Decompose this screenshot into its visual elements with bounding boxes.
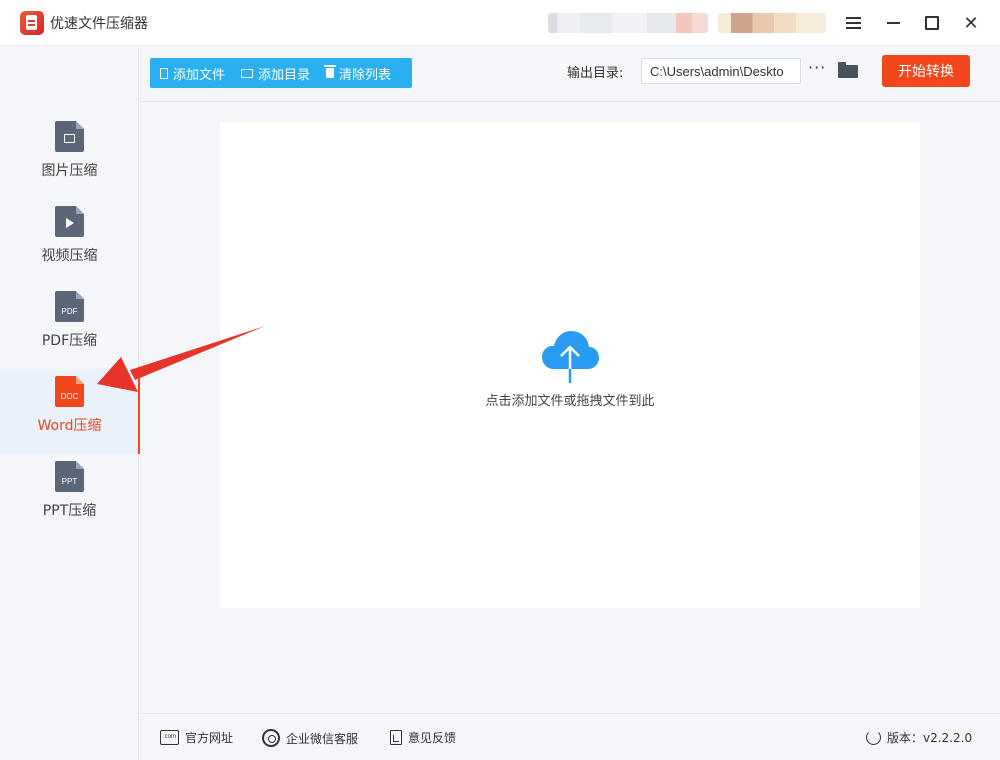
file-drop-zone[interactable]: 点击添加文件或拖拽文件到此 [220, 122, 920, 608]
footer-bar: .com 官方网址 企业微信客服 意见反馈 版本：v2.2.2.0 [140, 713, 1000, 760]
maximize-icon[interactable] [919, 10, 945, 36]
sidebar-item-label: PDF压缩 [41, 333, 98, 349]
version-info[interactable]: 版本：v2.2.2.0 [866, 729, 972, 746]
menu-icon[interactable] [840, 10, 866, 36]
app-title: 优速文件压缩器 [50, 16, 148, 32]
sidebar-item-ppt-compress[interactable]: PPT PPT压缩 [0, 454, 139, 539]
file-icon [160, 67, 168, 79]
open-folder-icon[interactable] [838, 62, 858, 78]
file-toolbar: 添加文件 添加目录 清除列表 [150, 58, 412, 88]
content-divider [140, 101, 1000, 102]
ppt-file-icon: PPT [55, 461, 84, 492]
blurred-account-info [548, 13, 708, 33]
cloud-upload-icon [542, 331, 599, 383]
feedback-icon [390, 730, 402, 745]
more-options-icon[interactable]: ··· [808, 60, 826, 77]
image-file-icon [55, 121, 84, 152]
close-icon[interactable]: ✕ [958, 10, 984, 36]
add-file-label: 添加文件 [173, 67, 226, 83]
title-bar: 优速文件压缩器 ✕ [0, 0, 1000, 46]
sidebar-item-word-compress[interactable]: DOC Word压缩 [0, 369, 140, 454]
sidebar-item-label: 视频压缩 [41, 248, 98, 264]
sidebar-item-video-compress[interactable]: 视频压缩 [0, 199, 139, 284]
sidebar-item-label: PPT压缩 [42, 503, 97, 519]
version-label: 版本：v2.2.2.0 [887, 731, 973, 745]
wechat-support-label: 企业微信客服 [286, 731, 359, 746]
feedback-link[interactable]: 意见反馈 [390, 729, 456, 746]
drop-zone-hint: 点击添加文件或拖拽文件到此 [485, 394, 655, 409]
sidebar: 图片压缩 视频压缩 PDF PDF压缩 DOC Word压缩 PPT PPT压缩 [0, 47, 140, 760]
folder-icon [241, 68, 254, 78]
output-dir-label: 输出目录: [567, 66, 624, 81]
sidebar-item-pdf-compress[interactable]: PDF PDF压缩 [0, 284, 139, 369]
official-website-link[interactable]: .com 官方网址 [160, 729, 233, 746]
add-folder-button[interactable]: 添加目录 [231, 58, 316, 88]
website-icon: .com [160, 730, 179, 745]
wechat-icon [262, 729, 280, 747]
sidebar-item-label: 图片压缩 [41, 163, 98, 179]
trash-icon [324, 65, 337, 78]
feedback-label: 意见反馈 [408, 731, 457, 745]
sidebar-item-image-compress[interactable]: 图片压缩 [0, 114, 139, 199]
start-convert-button[interactable]: 开始转换 [882, 55, 970, 87]
blurred-user-avatar[interactable] [718, 13, 826, 33]
clear-list-label: 清除列表 [339, 67, 392, 83]
add-file-button[interactable]: 添加文件 [150, 58, 231, 88]
output-path-field[interactable]: C:\Users\admin\Deskto [641, 58, 801, 84]
add-folder-label: 添加目录 [258, 67, 311, 83]
minimize-icon[interactable] [880, 10, 906, 36]
app-logo-icon [20, 11, 44, 35]
refresh-icon [866, 730, 881, 745]
official-website-label: 官方网址 [185, 731, 234, 745]
wechat-support-link[interactable]: 企业微信客服 [262, 729, 358, 747]
pdf-file-icon: PDF [55, 291, 84, 322]
sidebar-item-label: Word压缩 [37, 418, 102, 434]
video-file-icon [55, 206, 84, 237]
clear-list-button[interactable]: 清除列表 [316, 58, 397, 88]
doc-file-icon: DOC [55, 376, 84, 407]
